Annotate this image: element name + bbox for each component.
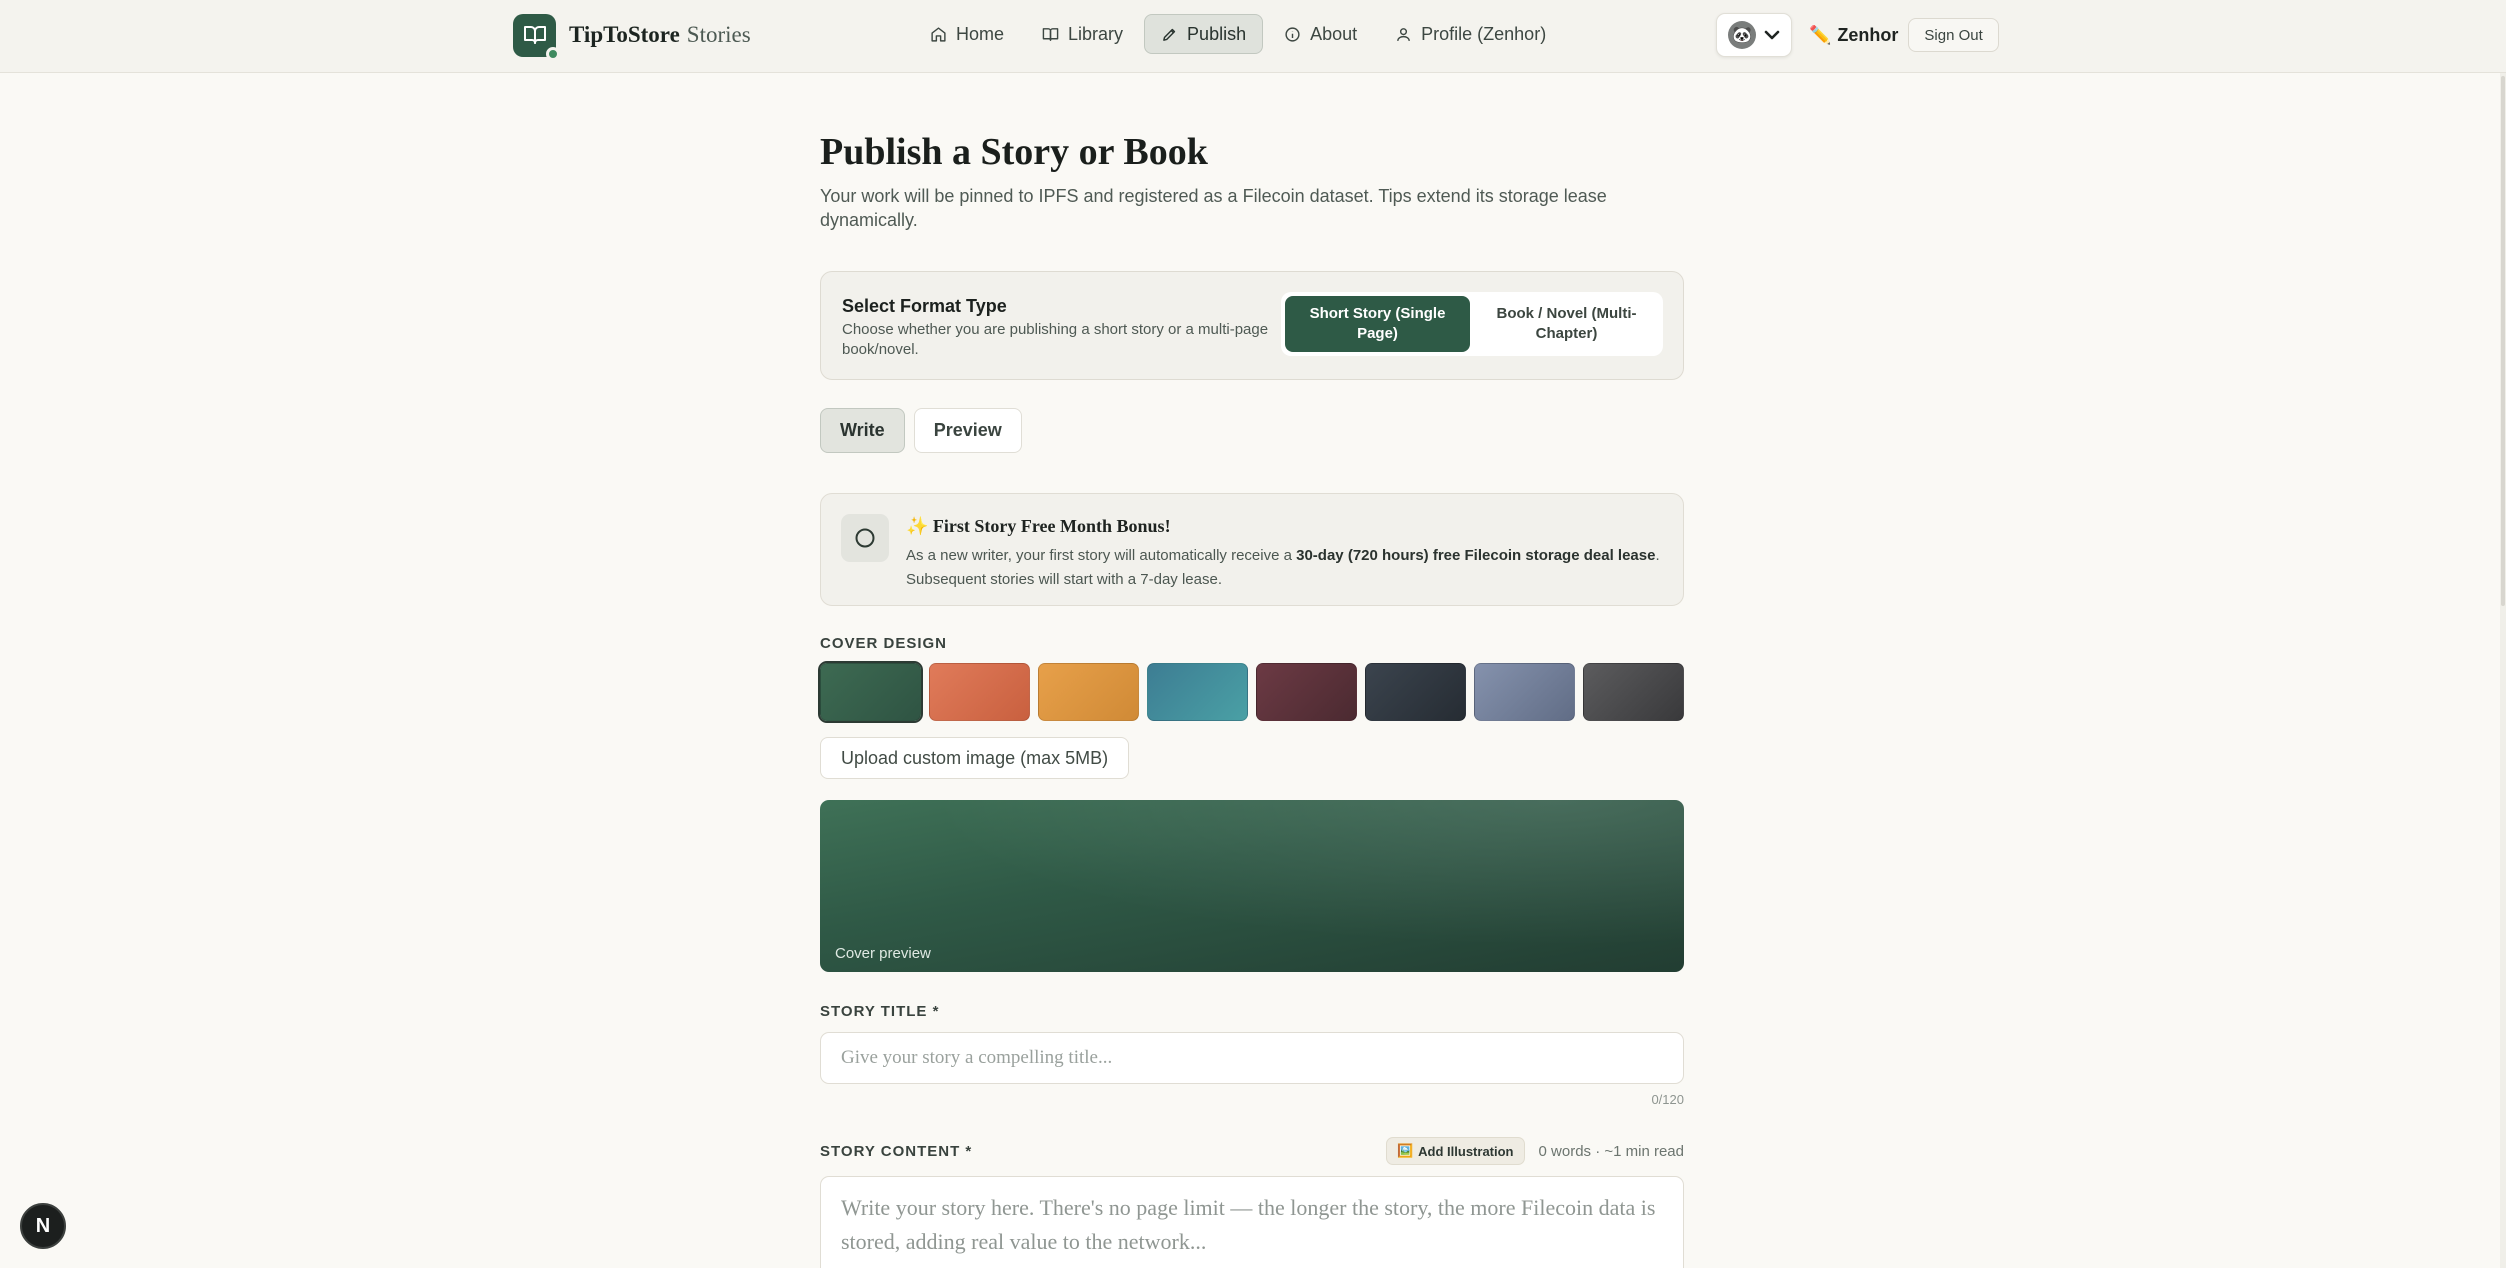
top-navigation-bar: TipToStore Stories Home Library Publish … (0, 0, 2506, 73)
page-title: Publish a Story or Book (820, 131, 1208, 173)
username: ✏️ Zenhor (1809, 25, 1898, 46)
tab-write[interactable]: Write (820, 408, 905, 453)
main-nav: Home Library Publish About Profile (Zenh… (913, 14, 1563, 54)
sign-out-button[interactable]: Sign Out (1908, 18, 1999, 52)
scrollbar-thumb[interactable] (2501, 76, 2505, 606)
account-area: 🐼 ✏️ Zenhor Sign Out (1716, 13, 1999, 57)
image-icon: 🖼️ (1396, 1143, 1414, 1158)
first-story-bonus-banner: ✨ First Story Free Month Bonus! As a new… (820, 493, 1684, 606)
nav-publish-label: Publish (1187, 23, 1247, 44)
cover-swatch-6[interactable] (1365, 663, 1466, 721)
cover-design-label: COVER DESIGN (820, 635, 948, 652)
add-illustration-button[interactable]: 🖼️ Add Illustration (1385, 1137, 1525, 1165)
editor-tabs: Write Preview (820, 408, 1022, 453)
cover-swatch-8[interactable] (1583, 663, 1684, 721)
pencil-icon (1163, 28, 1176, 41)
format-short-story-option[interactable]: Short Story (Single Page) (1285, 296, 1470, 352)
brand-suffix: Stories (686, 22, 751, 47)
book-icon (1042, 27, 1059, 41)
add-illustration-label: Add Illustration (1418, 1143, 1514, 1159)
cover-swatch-3[interactable] (1038, 663, 1139, 721)
avatar: 🐼 (1728, 21, 1756, 49)
cover-preview-caption: Cover preview (835, 945, 931, 962)
home-icon (931, 26, 946, 42)
nav-home[interactable]: Home (913, 14, 1021, 54)
nav-about[interactable]: About (1267, 14, 1374, 54)
online-status-dot (546, 46, 560, 61)
content-toolbar: 🖼️ Add Illustration 0 words · ~1 min rea… (1385, 1137, 1684, 1165)
cover-swatch-4[interactable] (1147, 663, 1248, 721)
bonus-text-highlight: 30-day (720 hours) free Filecoin storage… (1296, 547, 1656, 564)
format-type-toggle: Short Story (Single Page) Book / Novel (… (1281, 292, 1663, 356)
format-type-card: Select Format Type Choose whether you ar… (820, 271, 1684, 380)
cover-swatch-1[interactable] (818, 661, 923, 723)
book-logo-icon (513, 13, 560, 61)
chevron-down-icon (1764, 30, 1780, 40)
avatar-menu-button[interactable]: 🐼 (1716, 13, 1792, 57)
bonus-title: ✨ First Story Free Month Bonus! (906, 516, 1171, 536)
format-book-option[interactable]: Book / Novel (Multi-Chapter) (1474, 296, 1659, 352)
nav-home-label: Home (956, 23, 1005, 44)
floating-n-badge[interactable]: N (20, 1203, 66, 1249)
upload-cover-button[interactable]: Upload custom image (max 5MB) (820, 737, 1130, 779)
format-type-title: Select Format Type (842, 296, 1007, 316)
format-type-description: Choose whether you are publishing a shor… (842, 321, 1269, 358)
cover-swatch-list (818, 661, 1684, 723)
tab-preview[interactable]: Preview (913, 408, 1022, 453)
nav-profile-label: Profile (Zenhor) (1421, 23, 1547, 44)
story-title-input[interactable] (820, 1032, 1684, 1084)
brand-name: TipToStore (569, 22, 680, 47)
cover-swatch-5[interactable] (1256, 663, 1357, 721)
story-title-label: STORY TITLE * (820, 1003, 940, 1020)
bonus-text-start: As a new writer, your first story will a… (906, 547, 1297, 564)
brand[interactable]: TipToStore Stories (513, 13, 751, 61)
word-count: 0 words · ~1 min read (1538, 1142, 1684, 1160)
nav-profile[interactable]: Profile (Zenhor) (1378, 14, 1563, 54)
story-content-textarea[interactable] (820, 1176, 1684, 1268)
cover-swatch-2[interactable] (929, 663, 1030, 721)
nav-library-label: Library (1068, 23, 1124, 44)
nav-about-label: About (1310, 23, 1358, 44)
bonus-text: As a new writer, your first story will a… (906, 544, 1666, 592)
nav-library[interactable]: Library (1025, 14, 1140, 54)
title-char-counter: 0/120 (1651, 1092, 1684, 1107)
nav-publish[interactable]: Publish (1144, 14, 1264, 54)
story-content-label: STORY CONTENT * (820, 1143, 973, 1160)
cover-swatch-7[interactable] (1474, 663, 1575, 721)
cover-preview: Cover preview (820, 800, 1684, 972)
user-icon (1397, 27, 1411, 41)
username-text: Zenhor (1837, 24, 1899, 45)
circle-icon (841, 514, 889, 562)
username-pencil-icon: ✏️ (1809, 24, 1832, 45)
page-description: Your work will be pinned to IPFS and reg… (820, 186, 1607, 230)
info-icon (1285, 26, 1300, 42)
